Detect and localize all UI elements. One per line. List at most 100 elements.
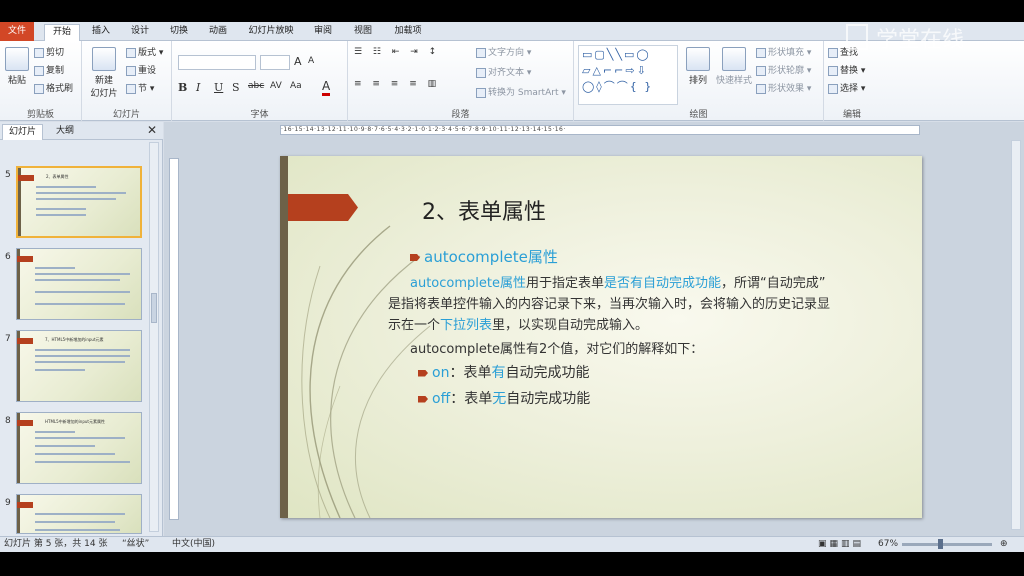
editor-scrollbar[interactable] (1011, 140, 1021, 530)
font-size-field[interactable] (260, 55, 290, 70)
format-painter-button[interactable]: 格式刷 (34, 81, 73, 94)
brush-icon (34, 83, 44, 94)
theme-status: “丝状” (122, 539, 150, 549)
tab-slides[interactable]: 幻灯片 (2, 124, 44, 140)
slide-canvas[interactable]: 2、表单属性 autocomplete属性 autocomplete属性用于指定… (280, 156, 922, 518)
list-item-on: on：表单有自动完成功能 (418, 362, 589, 382)
editing-group-label: 编辑 (842, 110, 861, 120)
arrow-bullet-icon (410, 254, 420, 261)
list-item-off: off：表单无自动完成功能 (418, 388, 590, 408)
thumbnail-number: 8 (5, 416, 11, 426)
replace-button[interactable]: 替换 ▾ (828, 63, 865, 76)
zoom-slider-knob[interactable] (938, 539, 943, 549)
tab-insert[interactable]: 插入 (86, 24, 116, 41)
paragraph-group-label: 段落 (451, 110, 470, 120)
shape-effects-button[interactable]: 形状效果 ▾ (756, 81, 811, 94)
change-case-button[interactable]: Aa (290, 81, 302, 91)
text-direction-icon (476, 47, 486, 58)
decorative-curves (301, 225, 431, 518)
tab-slideshow[interactable]: 幻灯片放映 (244, 24, 298, 41)
watermark-text: 学堂在线 (876, 28, 965, 53)
italic-button[interactable]: I (196, 81, 200, 94)
status-bar: 幻灯片 第 5 张，共 14 张 “丝状” 中文(中国) ▣▦▥▤ 67% ⊕ (0, 536, 1024, 552)
effects-icon (756, 83, 766, 94)
quick-styles-button[interactable]: 快速样式 (714, 47, 754, 86)
close-icon[interactable]: ✕ (147, 123, 157, 137)
paragraph-line-3: 示在一个下拉列表里，以实现自动完成输入。 (388, 318, 649, 333)
slide-thumbnail[interactable]: 2、表单属性 (16, 166, 142, 238)
font-name-field[interactable] (178, 55, 256, 70)
tab-file[interactable]: 文件 (0, 22, 34, 41)
panel-scrollbar[interactable] (149, 142, 159, 532)
arrow-bullet-icon (418, 369, 428, 377)
slide-count-status: 幻灯片 第 5 张，共 14 张 (4, 539, 108, 549)
slide-thumbnail[interactable] (16, 494, 142, 534)
cut-button[interactable]: 剪切 (34, 45, 64, 58)
zoom-slider[interactable] (902, 543, 992, 546)
shape-outline-button[interactable]: 形状轮廓 ▾ (756, 63, 811, 76)
copy-button[interactable]: 复制 (34, 63, 64, 76)
horizontal-ruler: ·16·15·14·13·12·11·10·9·8·7·6·5·4·3·2·1·… (280, 125, 920, 135)
watermark-logo-icon (846, 24, 868, 50)
thumbnail-number: 6 (5, 252, 11, 262)
smartart-button[interactable]: 转换为 SmartArt ▾ (476, 85, 566, 98)
align-buttons[interactable]: ≡ ≡ ≡ ≡ ▥ (354, 79, 440, 89)
slide-heading: autocomplete属性 (410, 246, 558, 267)
list-buttons[interactable]: ☰ ☷ ⇤ ⇥ ↕ (354, 47, 440, 57)
clipboard-group-label: 剪贴板 (26, 110, 54, 120)
section-button[interactable]: 节 ▾ (126, 81, 154, 94)
paragraph-group: ☰ ☷ ⇤ ⇥ ↕ ≡ ≡ ≡ ≡ ▥ 文字方向 ▾ 对齐文本 ▾ 转换为 Sm… (348, 41, 574, 121)
font-group-label: 字体 (250, 110, 269, 120)
font-color-button[interactable]: A (322, 79, 331, 96)
text-direction-button[interactable]: 文字方向 ▾ (476, 45, 531, 58)
bold-button[interactable]: B (178, 81, 187, 94)
ribbon-tabs: 文件 开始 插入 设计 切换 动画 幻灯片放映 审阅 视图 加载项 (0, 22, 1024, 41)
strikethrough-button[interactable]: abc (248, 81, 264, 91)
shadow-button[interactable]: S (232, 81, 240, 94)
tab-home[interactable]: 开始 (44, 24, 80, 41)
underline-button[interactable]: U (214, 81, 223, 94)
tab-animations[interactable]: 动画 (203, 24, 233, 41)
layout-button[interactable]: 版式 ▾ (126, 45, 163, 58)
fit-to-window-icon[interactable]: ⊕ (1000, 537, 1008, 552)
select-icon (828, 83, 838, 94)
drawing-group-label: 绘图 (689, 110, 708, 120)
slide-thumbnail[interactable]: HTML5中新增加的input元素属性 (16, 412, 142, 484)
char-spacing-button[interactable]: AV (270, 81, 282, 91)
slide-editing-area: ·16·15·14·13·12·11·10·9·8·7·6·5·4·3·2·1·… (164, 122, 1024, 536)
bottom-black-band (0, 552, 1024, 576)
slides-group-label: 幻灯片 (112, 110, 140, 120)
scrollbar-thumb[interactable] (151, 293, 157, 323)
arrange-button[interactable]: 排列 (684, 47, 712, 86)
thumbnail-number: 5 (5, 170, 11, 180)
thumbnail-number: 9 (5, 498, 11, 508)
paste-button[interactable]: 粘贴 (4, 47, 30, 86)
layout-icon (126, 47, 136, 58)
slide-thumbnail[interactable]: 7、HTML5中新增加的input元素 (16, 330, 142, 402)
tab-transitions[interactable]: 切换 (164, 24, 194, 41)
reset-button[interactable]: 重设 (126, 63, 156, 76)
select-button[interactable]: 选择 ▾ (828, 81, 865, 94)
paragraph-line-1: autocomplete属性用于指定表单是否有自动完成功能，所谓“自动完成” (410, 276, 826, 291)
new-slide-button[interactable]: 新建 幻灯片 (88, 47, 120, 99)
ribbon: 粘贴 剪切 复制 格式刷 剪贴板 新建 幻灯片 版式 ▾ 重设 节 ▾ 幻灯片 … (0, 41, 1024, 121)
shrink-font-button[interactable]: A (308, 56, 314, 66)
tab-design[interactable]: 设计 (125, 24, 155, 41)
view-buttons[interactable]: ▣▦▥▤ (818, 537, 864, 552)
tab-review[interactable]: 审阅 (308, 24, 338, 41)
zoom-level[interactable]: 67% (878, 537, 898, 552)
align-text-button[interactable]: 对齐文本 ▾ (476, 65, 531, 78)
thumbnail-number: 7 (5, 334, 11, 344)
grow-font-button[interactable]: A (294, 55, 302, 68)
tab-outline[interactable]: 大纲 (50, 124, 80, 140)
shapes-gallery[interactable]: ▭▢╲╲▭◯ ▱△⌐⌐⇨⇩ ◯◊⌒⌒{ } (578, 45, 678, 105)
tab-view[interactable]: 视图 (348, 24, 378, 41)
align-text-icon (476, 67, 486, 78)
shape-fill-button[interactable]: 形状填充 ▾ (756, 45, 811, 58)
font-group: A A B I U S abc AV Aa A 字体 (172, 41, 348, 121)
slide-thumbnail[interactable] (16, 248, 142, 320)
tab-addins[interactable]: 加载项 (388, 24, 428, 41)
language-status[interactable]: 中文(中国) (172, 537, 215, 552)
new-slide-icon (92, 47, 116, 71)
paste-icon (5, 47, 29, 71)
